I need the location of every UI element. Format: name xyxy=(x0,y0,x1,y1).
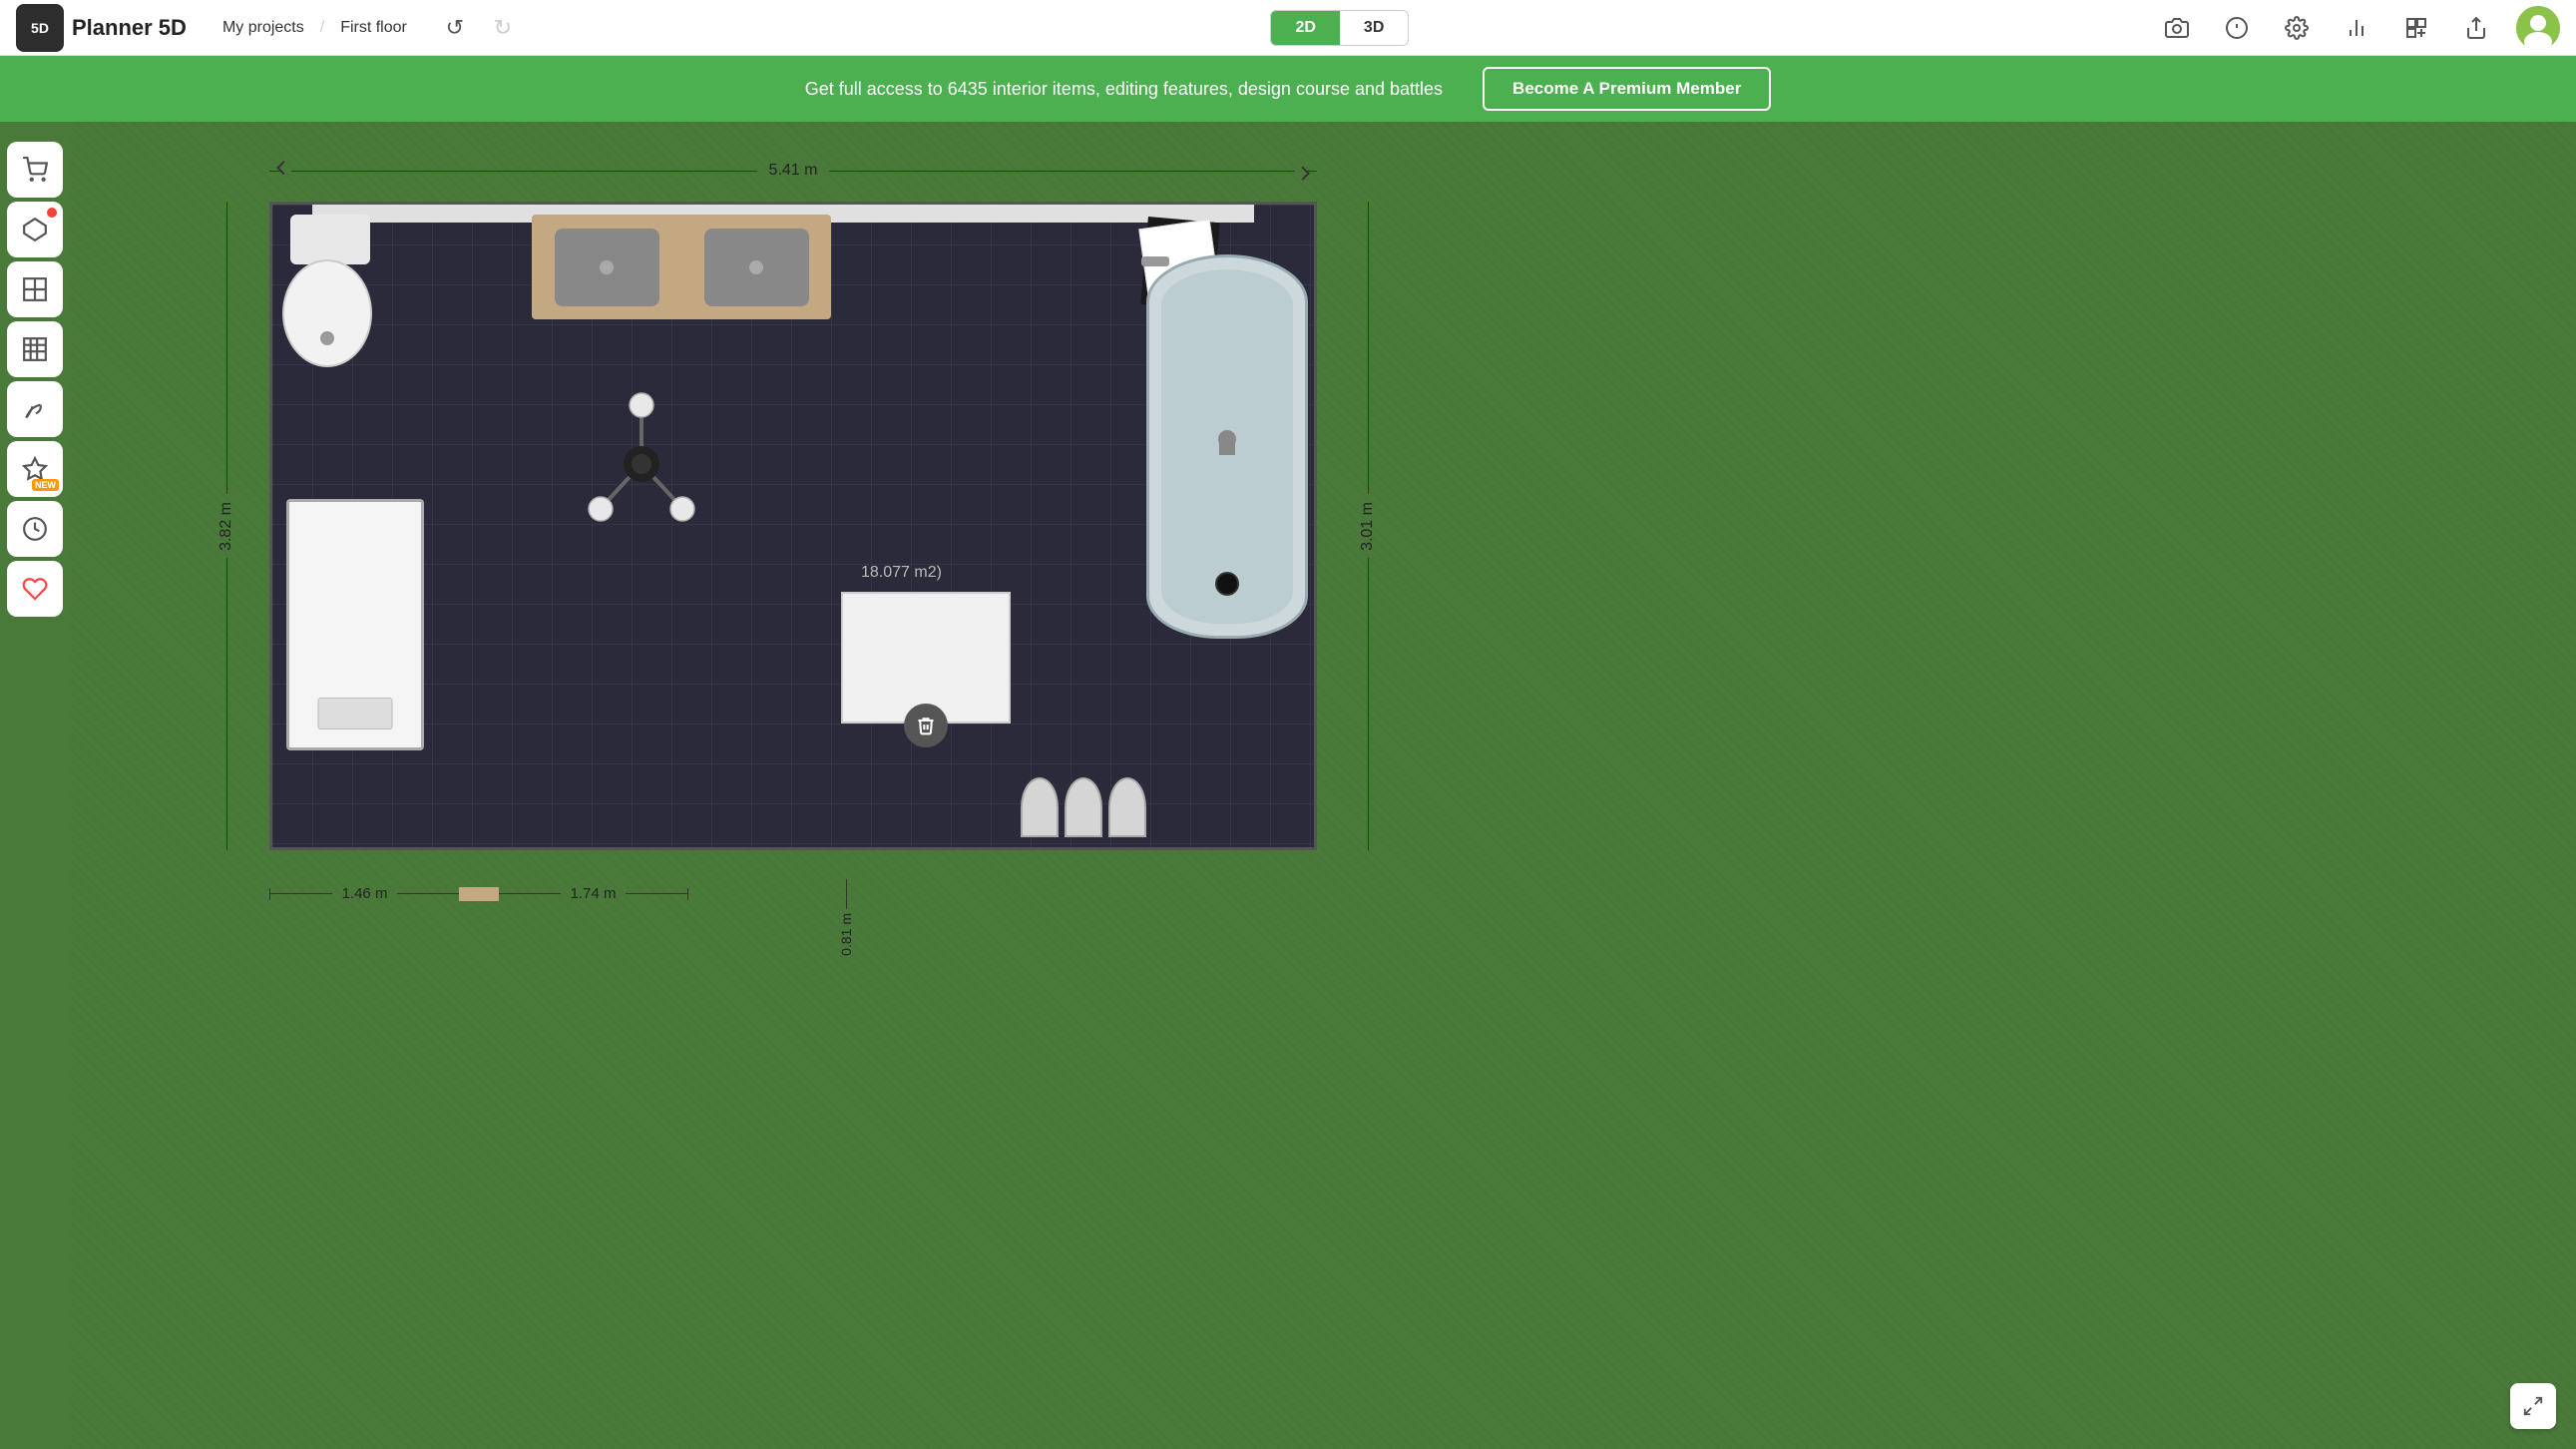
sidebar-item-history[interactable] xyxy=(7,501,63,557)
floor-plan[interactable]: 5.41 m 3.82 m 3.01 m xyxy=(269,202,1317,850)
camera-icon[interactable] xyxy=(2157,8,2197,48)
logo-icon: 5D xyxy=(16,4,64,52)
settings-icon[interactable] xyxy=(2277,8,2317,48)
dimension-width-label: 5.41 m xyxy=(757,162,830,180)
canvas-area[interactable]: 5.41 m 3.82 m 3.01 m xyxy=(70,122,2576,1449)
light-fixture[interactable] xyxy=(567,389,716,539)
sidebar: NEW xyxy=(0,122,70,1449)
premium-cta-btn[interactable]: Become A Premium Member xyxy=(1483,67,1771,111)
area-label: 18.077 m2) xyxy=(861,564,942,582)
add-floor-icon[interactable] xyxy=(2396,8,2436,48)
dimension-right-label: 3.01 m xyxy=(1359,494,1377,559)
sidebar-item-landscaping[interactable] xyxy=(7,381,63,437)
my-projects-btn[interactable]: My projects xyxy=(211,13,316,43)
toilet-bowl[interactable] xyxy=(282,259,372,367)
cabinet-center[interactable] xyxy=(841,592,1011,724)
bathtub[interactable] xyxy=(1146,254,1308,639)
sidebar-item-new[interactable]: NEW xyxy=(7,441,63,497)
dimension-bottom-left: 1.46 m xyxy=(332,885,398,902)
room[interactable]: 18.077 m2) xyxy=(269,202,1317,850)
logo[interactable]: 5D Planner 5D xyxy=(16,4,187,52)
sink-cabinet[interactable] xyxy=(532,215,831,319)
nav-separator: / xyxy=(320,19,324,37)
sidebar-item-rooms[interactable] xyxy=(7,261,63,317)
header-tools xyxy=(2157,6,2560,50)
delete-btn[interactable] xyxy=(904,704,948,747)
view-toggle: 2D 3D xyxy=(523,10,2157,46)
undo-btn[interactable]: ↺ xyxy=(435,8,475,48)
towel-hooks[interactable] xyxy=(1021,777,1146,837)
sidebar-item-walls[interactable] xyxy=(7,321,63,377)
info-icon[interactable] xyxy=(2217,8,2257,48)
dimension-vertical-bottom: 0.81 m xyxy=(838,909,854,960)
shower-tray[interactable] xyxy=(286,499,424,750)
sidebar-item-shop[interactable] xyxy=(7,142,63,198)
bathtub-faucet[interactable] xyxy=(1141,256,1169,266)
header: 5D Planner 5D My projects / First floor … xyxy=(0,0,2576,56)
bathtub-stopper[interactable] xyxy=(1215,572,1239,596)
shower-door xyxy=(318,698,393,729)
sidebar-item-favorites[interactable] xyxy=(7,561,63,617)
premium-banner: Get full access to 6435 interior items, … xyxy=(0,56,2576,122)
dimension-height-label: 3.82 m xyxy=(217,494,235,559)
new-badge: NEW xyxy=(32,479,59,491)
expand-icon[interactable] xyxy=(2510,1383,2556,1429)
user-avatar[interactable] xyxy=(2516,6,2560,50)
logo-text: Planner 5D xyxy=(72,15,187,41)
2d-view-btn[interactable]: 2D xyxy=(1271,11,1339,45)
sink-left[interactable] xyxy=(555,229,659,306)
sidebar-item-objects[interactable] xyxy=(7,202,63,257)
3d-view-btn[interactable]: 3D xyxy=(1340,11,1408,45)
current-floor-btn[interactable]: First floor xyxy=(328,13,419,43)
sink-right[interactable] xyxy=(704,229,809,306)
banner-text: Get full access to 6435 interior items, … xyxy=(805,79,1443,100)
stats-icon[interactable] xyxy=(2337,8,2376,48)
dimension-bottom-right: 1.74 m xyxy=(561,885,627,902)
redo-btn[interactable]: ↻ xyxy=(483,8,523,48)
toilet-tank[interactable] xyxy=(290,215,370,264)
view-toggle-group: 2D 3D xyxy=(1270,10,1409,46)
share-icon[interactable] xyxy=(2456,8,2496,48)
